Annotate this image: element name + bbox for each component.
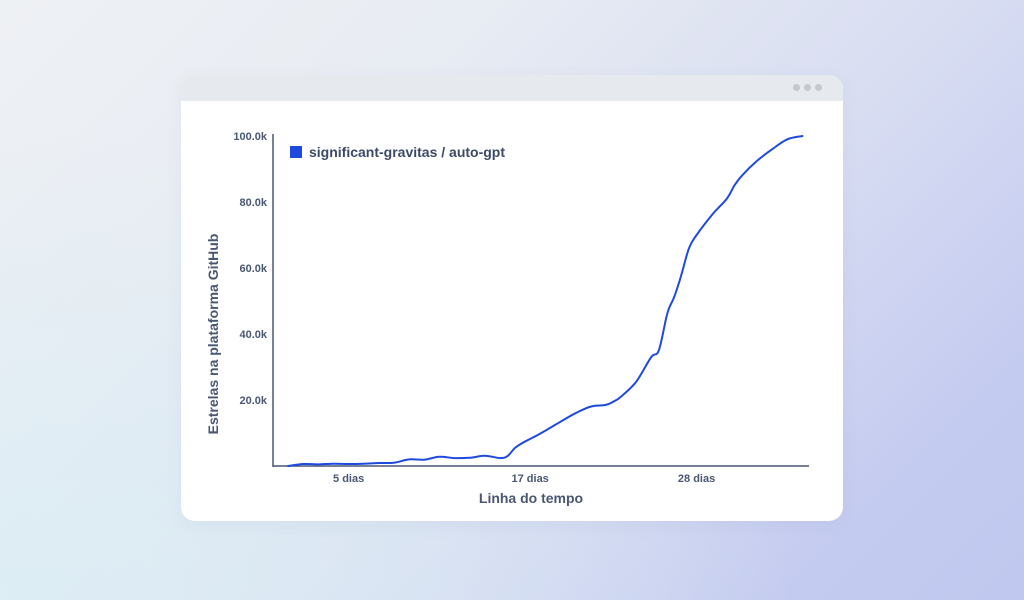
x-tick-label: 28 dias (678, 473, 715, 485)
series-line (287, 135, 804, 467)
y-tick-label: 100.0k (233, 131, 268, 143)
y-tick-labels: 20.0k 40.0k 60.0k 80.0k 100.0k (233, 131, 268, 407)
legend-swatch (290, 146, 302, 158)
line-chart: 20.0k 40.0k 60.0k 80.0k 100.0k 5 dias 17 dias… (205, 131, 809, 506)
y-tick-label: 20.0k (239, 395, 267, 407)
legend-label: significant-gravitas / auto-gpt (309, 144, 505, 160)
y-tick-label: 60.0k (239, 263, 267, 275)
x-tick-label: 17 dias (512, 473, 549, 485)
y-tick-label: 40.0k (239, 329, 267, 341)
y-axis-title: Estrelas na plataforma GitHub (205, 234, 221, 435)
y-tick-label: 80.0k (239, 197, 267, 209)
x-tick-label: 5 dias (333, 473, 364, 485)
x-tick-labels: 5 dias 17 dias 28 dias (333, 473, 715, 485)
x-axis-title: Linha do tempo (479, 490, 583, 506)
chart-window: 20.0k 40.0k 60.0k 80.0k 100.0k 5 dias 17 dias… (181, 75, 843, 521)
